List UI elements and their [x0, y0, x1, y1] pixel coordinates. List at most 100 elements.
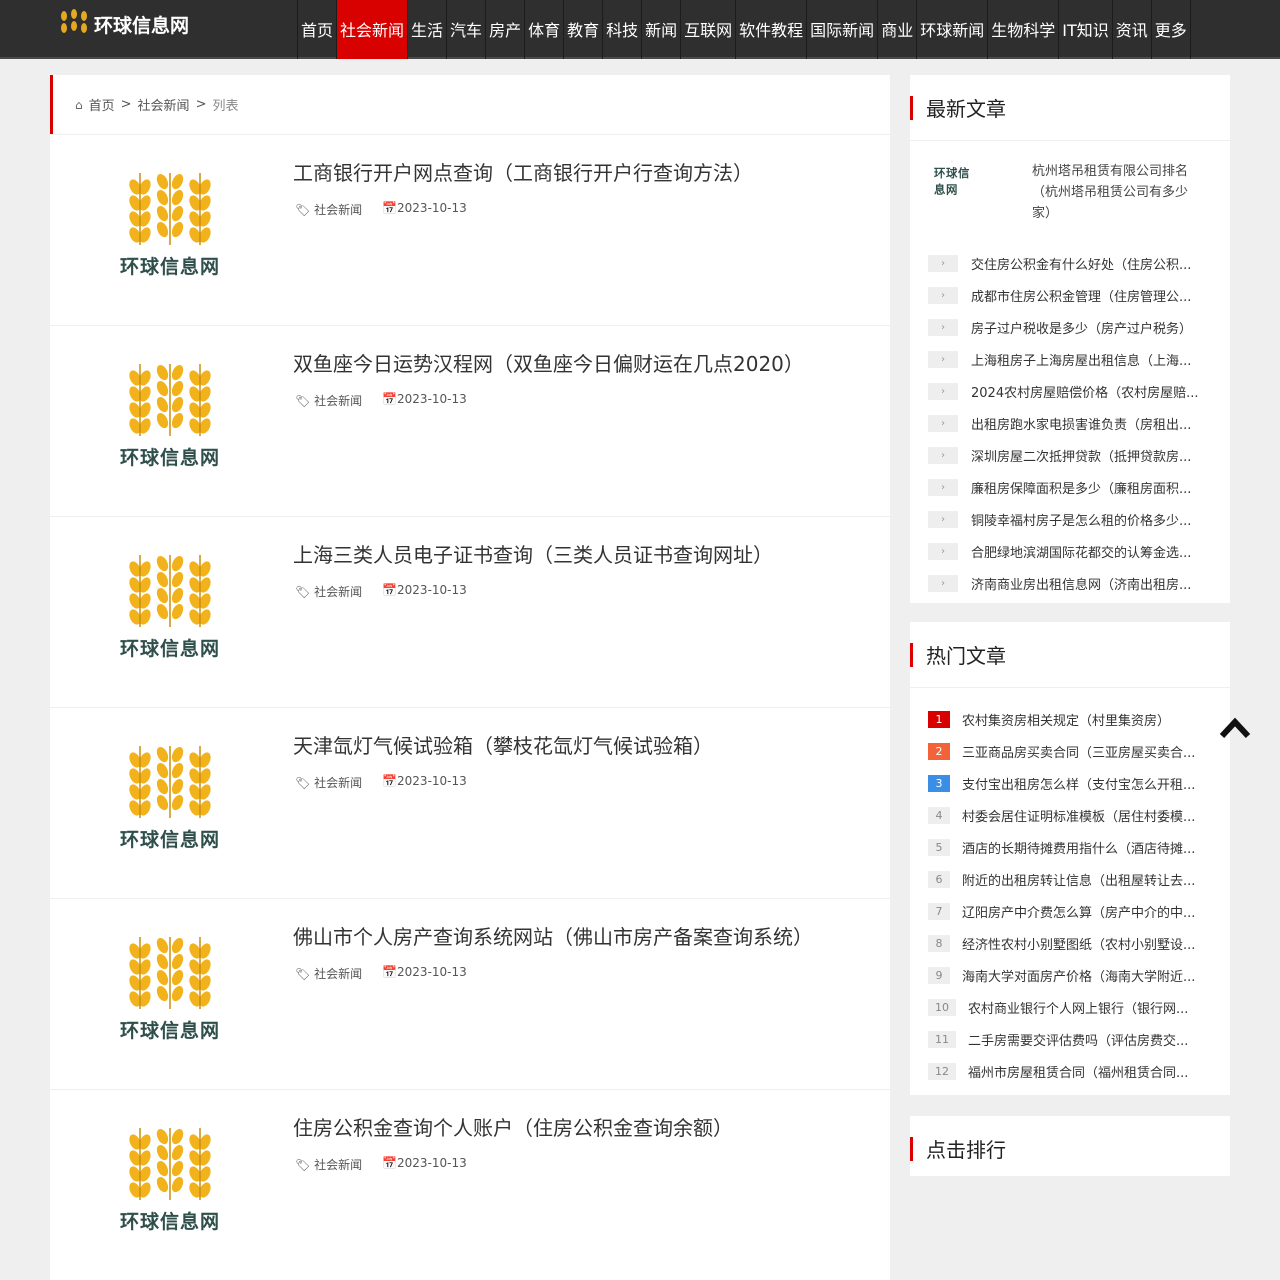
- nav-item[interactable]: 软件教程: [736, 0, 807, 59]
- latest-item-title[interactable]: 交住房公积金有什么好处（住房公积...: [971, 254, 1191, 273]
- nav-item[interactable]: 生活: [408, 0, 447, 59]
- latest-item-title[interactable]: 房子过户税收是多少（房产过户税务）: [971, 318, 1192, 337]
- article-title[interactable]: 双鱼座今日运势汉程网（双鱼座今日偏财运在几点2020）: [293, 348, 804, 377]
- hot-item-title[interactable]: 农村商业银行个人网上银行（银行网...: [968, 998, 1188, 1017]
- nav-item[interactable]: IT知识: [1059, 0, 1113, 59]
- article-thumbnail[interactable]: 环球信息网: [105, 1128, 235, 1238]
- latest-item[interactable]: ›交住房公积金有什么好处（住房公积...: [928, 247, 1212, 279]
- article-item: 环球信息网佛山市个人房产查询系统网站（佛山市房产备案查询系统）🏷 社会新闻📅20…: [50, 899, 890, 1089]
- article-category[interactable]: 🏷 社会新闻: [295, 201, 362, 218]
- hot-item-title[interactable]: 二手房需要交评估费吗（评估房费交...: [968, 1030, 1188, 1049]
- latest-item-title[interactable]: 上海租房子上海房屋出租信息（上海...: [971, 350, 1191, 369]
- article-title[interactable]: 天津氙灯气候试验箱（攀枝花氙灯气候试验箱）: [293, 730, 713, 759]
- latest-item-title[interactable]: 铜陵幸福村房子是怎么租的价格多少...: [971, 510, 1191, 529]
- hot-item-title[interactable]: 村委会居住证明标准模板（居住村委模...: [962, 806, 1195, 825]
- hot-item[interactable]: 10 农村商业银行个人网上银行（银行网...: [928, 991, 1212, 1023]
- category-label[interactable]: 社会新闻: [314, 776, 362, 790]
- hot-item[interactable]: 11二手房需要交评估费吗（评估房费交...: [928, 1023, 1212, 1055]
- latest-item[interactable]: ›济南商业房出租信息网（济南出租房...: [928, 567, 1212, 599]
- article-thumbnail[interactable]: 环球信息网: [105, 173, 235, 283]
- latest-item-title[interactable]: 出租房跑水家电损害谁负责（房租出...: [971, 414, 1191, 433]
- latest-item-title[interactable]: 合肥绿地滨湖国际花都交的认筹金选...: [971, 542, 1191, 561]
- nav-item[interactable]: 科技: [603, 0, 642, 59]
- breadcrumb-category[interactable]: 社会新闻: [138, 95, 190, 114]
- hot-item[interactable]: 6附近的出租房转让信息（出租屋转让去...: [928, 863, 1212, 895]
- rank-badge: 10: [928, 999, 956, 1016]
- hot-item-title[interactable]: 海南大学对面房产价格（海南大学附近...: [962, 966, 1195, 985]
- nav-item[interactable]: 教育: [564, 0, 603, 59]
- latest-item[interactable]: ›房子过户税收是多少（房产过户税务）: [928, 311, 1212, 343]
- latest-item[interactable]: ›成都市住房公积金管理（住房管理公...: [928, 279, 1212, 311]
- rank-badge: 2: [928, 743, 950, 760]
- hot-item[interactable]: 7 辽阳房产中介费怎么算（房产中介的中...: [928, 895, 1212, 927]
- nav-item[interactable]: 社会新闻: [337, 0, 408, 59]
- article-category[interactable]: 🏷 社会新闻: [295, 583, 362, 600]
- nav-item[interactable]: 环球新闻: [917, 0, 988, 59]
- article-category[interactable]: 🏷 社会新闻: [295, 1156, 362, 1173]
- breadcrumb-home[interactable]: 首页: [89, 95, 115, 114]
- article-title[interactable]: 佛山市个人房产查询系统网站（佛山市房产备案查询系统）: [293, 921, 813, 950]
- category-label[interactable]: 社会新闻: [314, 585, 362, 599]
- hot-item-title[interactable]: 酒店的长期待摊费用指什么（酒店待摊...: [962, 838, 1195, 857]
- article-thumbnail[interactable]: 环球信息网: [105, 746, 235, 856]
- hot-item-title[interactable]: 经济性农村小别墅图纸（农村小别墅设...: [962, 934, 1195, 953]
- latest-item[interactable]: ›2024农村房屋赔偿价格（农村房屋赔...: [928, 375, 1212, 407]
- hot-item-title[interactable]: 农村集资房相关规定（村里集资房）: [962, 710, 1170, 729]
- nav-item[interactable]: 房产: [486, 0, 525, 59]
- latest-item[interactable]: ›铜陵幸福村房子是怎么租的价格多少...: [928, 503, 1212, 535]
- article-category[interactable]: 🏷 社会新闻: [295, 392, 362, 409]
- hot-item[interactable]: 5酒店的长期待摊费用指什么（酒店待摊...: [928, 831, 1212, 863]
- nav-item[interactable]: 更多: [1152, 0, 1191, 59]
- nav-item[interactable]: 商业: [878, 0, 917, 59]
- hot-item[interactable]: 1农村集资房相关规定（村里集资房）: [928, 703, 1212, 735]
- latest-item-title[interactable]: 廉租房保障面积是多少（廉租房面积...: [971, 478, 1191, 497]
- nav-item[interactable]: 新闻: [642, 0, 681, 59]
- featured-thumbnail[interactable]: 环球信息网: [934, 161, 970, 197]
- latest-item[interactable]: ›合肥绿地滨湖国际花都交的认筹金选...: [928, 535, 1212, 567]
- hot-item-title[interactable]: 支付宝出租房怎么样（支付宝怎么开租...: [962, 774, 1195, 793]
- hot-item-title[interactable]: 附近的出租房转让信息（出租屋转让去...: [962, 870, 1195, 889]
- hot-item[interactable]: 12福州市房屋租赁合同（福州租赁合同...: [928, 1055, 1212, 1087]
- article-thumbnail[interactable]: 环球信息网: [105, 555, 235, 665]
- category-label[interactable]: 社会新闻: [314, 203, 362, 217]
- latest-item-title[interactable]: 深圳房屋二次抵押贷款（抵押贷款房...: [971, 446, 1191, 465]
- hot-item[interactable]: 8经济性农村小别墅图纸（农村小别墅设...: [928, 927, 1212, 959]
- category-label[interactable]: 社会新闻: [314, 394, 362, 408]
- article-thumbnail[interactable]: 环球信息网: [105, 364, 235, 474]
- site-logo[interactable]: 环球信息网: [56, 6, 189, 42]
- hot-item-title[interactable]: 三亚商品房买卖合同（三亚房屋买卖合...: [962, 742, 1195, 761]
- category-label[interactable]: 社会新闻: [314, 967, 362, 981]
- hot-item-title[interactable]: 辽阳房产中介费怎么算（房产中介的中...: [962, 902, 1195, 921]
- article-category[interactable]: 🏷 社会新闻: [295, 965, 362, 982]
- latest-item[interactable]: ›出租房跑水家电损害谁负责（房租出...: [928, 407, 1212, 439]
- article-title[interactable]: 住房公积金查询个人账户（住房公积金查询余额）: [293, 1112, 733, 1141]
- article-category[interactable]: 🏷 社会新闻: [295, 774, 362, 791]
- category-label[interactable]: 社会新闻: [314, 1158, 362, 1172]
- nav-item[interactable]: 互联网: [681, 0, 736, 59]
- article-title[interactable]: 工商银行开户网点查询（工商银行开户行查询方法）: [293, 157, 753, 186]
- latest-item-title[interactable]: 2024农村房屋赔偿价格（农村房屋赔...: [971, 382, 1198, 401]
- hot-item[interactable]: 2 三亚商品房买卖合同（三亚房屋买卖合...: [928, 735, 1212, 767]
- article-thumbnail[interactable]: 环球信息网: [105, 937, 235, 1047]
- featured-article[interactable]: 环球信息网 杭州塔吊租赁有限公司排名（杭州塔吊租赁公司有多少家）: [910, 141, 1230, 247]
- nav-item[interactable]: 资讯: [1113, 0, 1152, 59]
- main-nav: 首页社会新闻生活汽车房产体育教育科技新闻互联网软件教程国际新闻商业环球新闻生物科…: [297, 0, 1191, 59]
- hot-item[interactable]: 3支付宝出租房怎么样（支付宝怎么开租...: [928, 767, 1212, 799]
- article-title[interactable]: 上海三类人员电子证书查询（三类人员证书查询网址）: [293, 539, 773, 568]
- rank-badge: 7: [928, 903, 950, 920]
- nav-item[interactable]: 生物科学: [988, 0, 1059, 59]
- latest-item[interactable]: ›深圳房屋二次抵押贷款（抵押贷款房...: [928, 439, 1212, 471]
- latest-item[interactable]: ›廉租房保障面积是多少（廉租房面积...: [928, 471, 1212, 503]
- nav-item[interactable]: 汽车: [447, 0, 486, 59]
- latest-item-title[interactable]: 济南商业房出租信息网（济南出租房...: [971, 574, 1191, 593]
- nav-item[interactable]: 体育: [525, 0, 564, 59]
- hot-item-title[interactable]: 福州市房屋租赁合同（福州租赁合同...: [968, 1062, 1188, 1081]
- nav-item[interactable]: 首页: [298, 0, 337, 59]
- back-to-top-icon[interactable]: [1218, 712, 1252, 742]
- hot-item[interactable]: 9海南大学对面房产价格（海南大学附近...: [928, 959, 1212, 991]
- featured-title[interactable]: 杭州塔吊租赁有限公司排名（杭州塔吊租赁公司有多少家）: [1032, 161, 1207, 247]
- latest-item-title[interactable]: 成都市住房公积金管理（住房管理公...: [971, 286, 1191, 305]
- hot-item[interactable]: 4村委会居住证明标准模板（居住村委模...: [928, 799, 1212, 831]
- latest-item[interactable]: ›上海租房子上海房屋出租信息（上海...: [928, 343, 1212, 375]
- nav-item[interactable]: 国际新闻: [807, 0, 878, 59]
